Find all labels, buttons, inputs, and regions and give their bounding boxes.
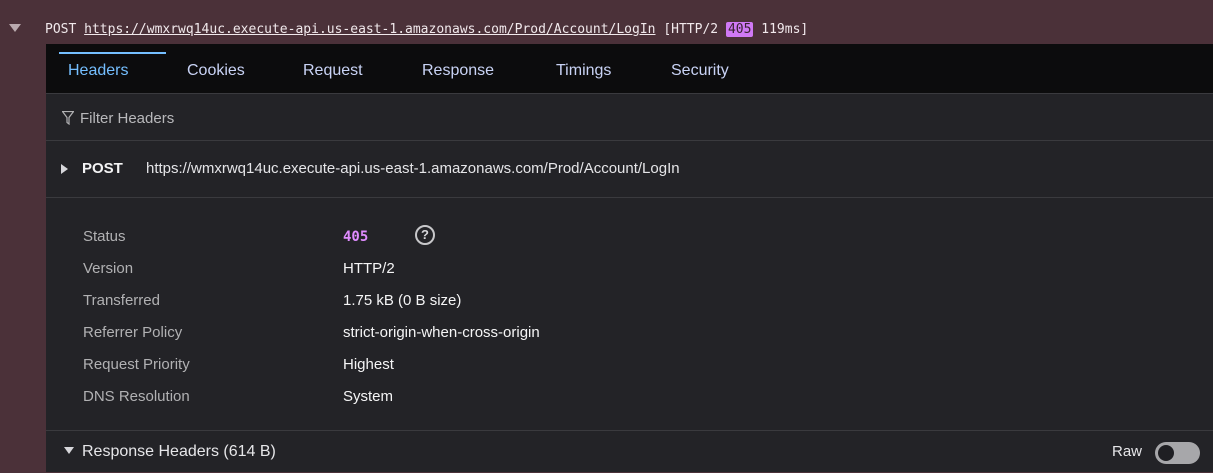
referrer-label: Referrer Policy: [83, 324, 183, 341]
tab-timings[interactable]: Timings: [556, 62, 611, 80]
summary-table: Status 405 ? Version HTTP/2 Transferred …: [46, 215, 1213, 430]
summary-row-referrer: Referrer Policy strict-origin-when-cross…: [46, 317, 1213, 347]
dns-value: System: [343, 388, 394, 405]
summary-row-dns: DNS Resolution System: [46, 381, 1213, 411]
tab-security[interactable]: Security: [671, 62, 729, 80]
filter-icon: [62, 111, 74, 125]
response-headers-section-header[interactable]: Response Headers (614 B) Raw: [46, 430, 1213, 473]
summary-row-status: Status 405 ?: [46, 221, 1213, 251]
tab-cookies[interactable]: Cookies: [187, 62, 245, 80]
selected-tab-indicator: [59, 52, 166, 54]
transferred-value: 1.75 kB (0 B size): [343, 292, 462, 309]
details-tabs: Headers Cookies Request Response Timings…: [46, 44, 1213, 94]
protocol-label: [HTTP/2: [663, 22, 726, 37]
summary-row-priority: Request Priority Highest: [46, 349, 1213, 379]
version-value: HTTP/2: [343, 260, 395, 277]
tab-request[interactable]: Request: [303, 62, 363, 80]
response-headers-label: Response Headers (614 B): [82, 443, 276, 460]
transferred-label: Transferred: [83, 292, 160, 309]
request-time: 119ms]: [753, 22, 809, 37]
section-method: POST: [82, 160, 123, 177]
dns-label: DNS Resolution: [83, 388, 190, 405]
status-label: Status: [83, 228, 126, 245]
tab-headers[interactable]: Headers: [68, 62, 128, 80]
version-label: Version: [83, 260, 134, 277]
request-section-header[interactable]: POST https://wmxrwq14uc.execute-api.us-e…: [46, 141, 1213, 198]
collapse-arrow-icon[interactable]: [64, 447, 74, 454]
filter-bar: [46, 94, 1213, 141]
summary-row-version: Version HTTP/2: [46, 253, 1213, 283]
raw-label: Raw: [1112, 443, 1143, 460]
filter-headers-input[interactable]: [78, 106, 1182, 130]
referrer-value: strict-origin-when-cross-origin: [343, 324, 540, 341]
priority-label: Request Priority: [83, 356, 190, 373]
summary-row-transferred: Transferred 1.75 kB (0 B size): [46, 285, 1213, 315]
tab-response[interactable]: Response: [422, 62, 494, 80]
toggle-knob: [1158, 445, 1174, 461]
collapse-chevron-icon[interactable]: [9, 24, 21, 32]
request-line[interactable]: POST https://wmxrwq14uc.execute-api.us-e…: [0, 0, 1213, 44]
request-url[interactable]: https://wmxrwq14uc.execute-api.us-east-1…: [84, 22, 655, 37]
section-url: https://wmxrwq14uc.execute-api.us-east-1…: [146, 160, 680, 177]
raw-toggle[interactable]: [1155, 442, 1200, 464]
expand-arrow-icon[interactable]: [61, 164, 68, 174]
request-method: POST: [45, 22, 77, 37]
help-icon[interactable]: ?: [415, 225, 435, 245]
status-code-badge: 405: [725, 22, 754, 37]
request-details-panel: Headers Cookies Request Response Timings…: [46, 44, 1213, 472]
priority-value: Highest: [343, 356, 394, 373]
status-value: 405: [343, 229, 369, 245]
